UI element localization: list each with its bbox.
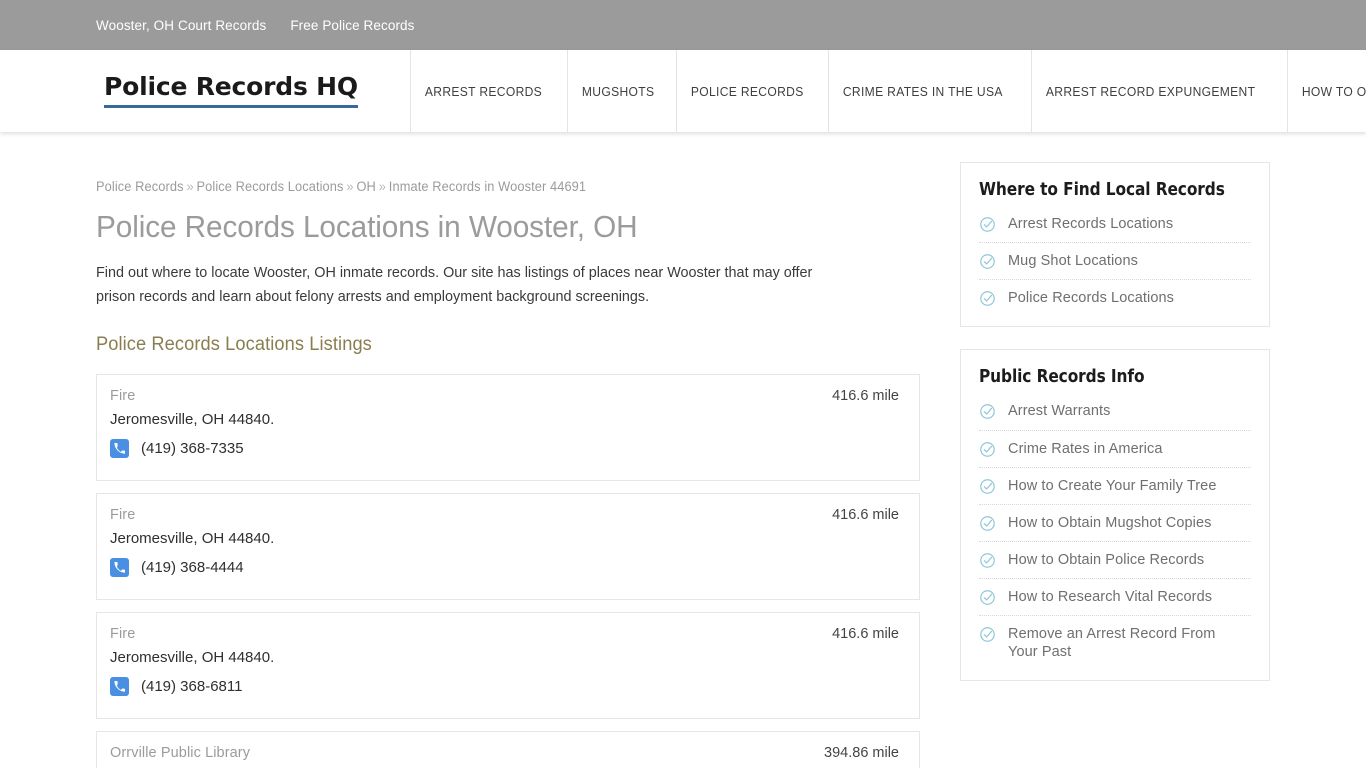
list-item[interactable]: How to Obtain Police Records [979,542,1251,579]
listing-phone-row[interactable]: (419) 368-7335 [110,438,903,458]
sidebar: Where to Find Local Records Arrest Recor… [920,132,1270,768]
listing-distance: 394.86 mile [824,744,899,761]
sidebar-link-how-to-obtain-mugshot-copies[interactable]: How to Obtain Mugshot Copies [1008,514,1212,532]
widget-link-list: Arrest Records Locations Mug Shot Locati… [979,206,1251,316]
breadcrumb-item-oh[interactable]: OH [356,179,375,194]
nav-item-police-records[interactable]: POLICE RECORDS [675,50,818,132]
breadcrumb-separator: » [186,179,194,194]
sidebar-link-mug-shot-locations[interactable]: Mug Shot Locations [1008,252,1138,270]
page-body: Police Records» Police Records Locations»… [0,132,1366,768]
listings-container: Fire 416.6 mile Jeromesville, OH 44840. … [96,373,920,768]
listing-address: Jeromesville, OH 44840. [110,648,275,666]
breadcrumb-separator: » [378,179,386,194]
main-navigation: ARREST RECORDS MUGSHOTS POLICE RECORDS C… [410,50,1366,132]
listing-card[interactable]: Orrville Public Library 394.86 mile 230 … [96,730,920,768]
listing-distance: 416.6 mile [832,625,899,642]
breadcrumb-item-police-records[interactable]: Police Records [96,179,184,194]
widget-title: Public Records Info [979,366,1145,388]
intro-paragraph: Find out where to locate Wooster, OH inm… [96,263,813,305]
phone-icon [110,557,129,577]
list-item[interactable]: Mug Shot Locations [979,243,1251,281]
check-circle-icon [979,515,996,532]
topbar-link-court-records[interactable]: Wooster, OH Court Records [96,18,266,33]
listing-phone-number[interactable]: (419) 368-4444 [141,559,244,576]
listing-address: Jeromesville, OH 44840. [110,529,275,547]
list-item[interactable]: Arrest Records Locations [979,206,1251,244]
list-item[interactable]: How to Create Your Family Tree [979,468,1251,505]
widget-link-list: Arrest Warrants Crime Rates in America H… [979,393,1251,670]
list-item[interactable]: Arrest Warrants [979,393,1251,431]
phone-icon [110,676,129,696]
listing-name: Orrville Public Library [110,744,251,761]
list-item[interactable]: How to Obtain Mugshot Copies [979,505,1251,542]
listing-card[interactable]: Fire 416.6 mile Jeromesville, OH 44840. … [96,492,920,600]
check-circle-icon [979,552,996,569]
main-content: Police Records» Police Records Locations»… [96,132,920,768]
listing-distance: 416.6 mile [832,506,899,523]
listing-phone-row[interactable]: (419) 368-4444 [110,557,903,577]
listing-name: Fire [110,625,136,642]
sidebar-link-how-to-research-vital-records[interactable]: How to Research Vital Records [1008,588,1212,606]
widget-where-to-find-local-records: Where to Find Local Records Arrest Recor… [960,162,1270,328]
topbar-link-free-police-records[interactable]: Free Police Records [290,18,414,33]
phone-icon [110,438,129,458]
check-circle-icon [979,253,996,270]
breadcrumb: Police Records» Police Records Locations»… [96,180,879,194]
list-item[interactable]: How to Research Vital Records [979,579,1251,617]
top-utility-bar: Wooster, OH Court Records Free Police Re… [0,0,1366,50]
list-item[interactable]: Crime Rates in America [979,431,1251,468]
listing-address: Jeromesville, OH 44840. [110,410,275,428]
nav-item-mugshots[interactable]: MUGSHOTS [567,50,668,132]
sidebar-link-arrest-warrants[interactable]: Arrest Warrants [1008,402,1110,420]
sidebar-link-crime-rates-in-america[interactable]: Crime Rates in America [1008,440,1163,458]
breadcrumb-separator: » [346,179,354,194]
nav-item-crime-rates-in-the-usa[interactable]: CRIME RATES IN THE USA [828,50,1017,132]
breadcrumb-item-police-records-locations[interactable]: Police Records Locations [197,179,344,194]
sidebar-link-police-records-locations[interactable]: Police Records Locations [1008,289,1174,307]
list-item[interactable]: Police Records Locations [979,280,1251,316]
site-header: Police Records HQ ARREST RECORDS MUGSHOT… [0,50,1366,132]
brand-underline [104,105,358,108]
check-circle-icon [979,589,996,606]
nav-item-how-to-obtain-public-records[interactable]: HOW TO OBTAIN PUBLIC RECORDS [1287,50,1366,132]
listing-name: Fire [110,387,136,404]
check-circle-icon [979,626,996,643]
listing-name: Fire [110,506,136,523]
check-circle-icon [979,478,996,495]
sidebar-link-remove-an-arrest-record[interactable]: Remove an Arrest Record From Your Past [1008,625,1223,661]
check-circle-icon [979,290,996,307]
page-title: Police Records Locations in Wooster, OH [96,208,638,244]
check-circle-icon [979,216,996,233]
sidebar-link-how-to-obtain-police-records[interactable]: How to Obtain Police Records [1008,551,1204,569]
listings-section-heading: Police Records Locations Listings [96,333,372,355]
check-circle-icon [979,441,996,458]
listing-phone-row[interactable]: (419) 368-6811 [110,676,903,696]
sidebar-link-arrest-records-locations[interactable]: Arrest Records Locations [1008,215,1173,233]
brand-logo[interactable]: Police Records HQ [0,50,410,132]
listing-card[interactable]: Fire 416.6 mile Jeromesville, OH 44840. … [96,611,920,719]
brand-title: Police Records HQ [104,72,358,101]
listing-card[interactable]: Fire 416.6 mile Jeromesville, OH 44840. … [96,373,920,481]
listing-phone-number[interactable]: (419) 368-6811 [141,678,242,695]
listing-phone-number[interactable]: (419) 368-7335 [141,440,244,457]
sidebar-link-how-to-create-your-family-tree[interactable]: How to Create Your Family Tree [1008,477,1217,495]
check-circle-icon [979,403,996,420]
listing-distance: 416.6 mile [832,387,899,404]
list-item[interactable]: Remove an Arrest Record From Your Past [979,616,1251,670]
breadcrumb-item-current[interactable]: Inmate Records in Wooster 44691 [389,179,586,194]
widget-title: Where to Find Local Records [979,179,1225,200]
nav-item-arrest-records[interactable]: ARREST RECORDS [410,50,556,132]
nav-item-arrest-record-expungement[interactable]: ARREST RECORD EXPUNGEMENT [1031,50,1269,132]
widget-public-records-info: Public Records Info Arrest Warrants Crim… [960,349,1270,682]
